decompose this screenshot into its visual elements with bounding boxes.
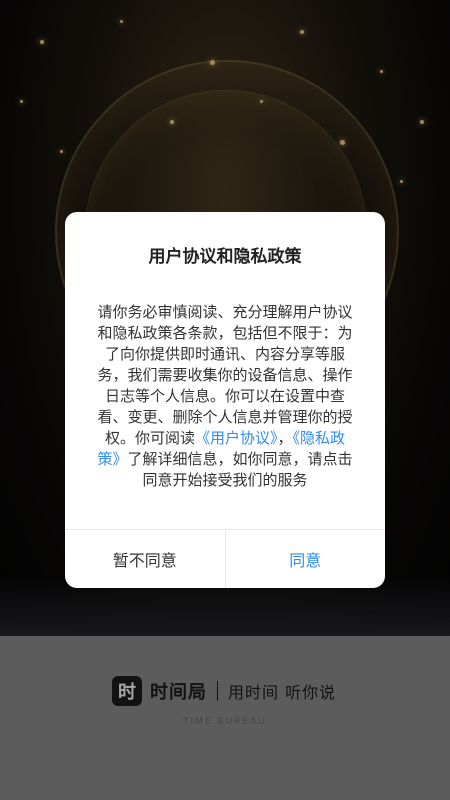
link-separator: ， <box>277 429 293 447</box>
decline-button[interactable]: 暂不同意 <box>65 530 226 588</box>
agree-button[interactable]: 同意 <box>226 530 386 588</box>
dialog-title: 用户协议和隐私政策 <box>148 247 302 267</box>
body-text-end: 了解详细信息，如你同意，请点击同意开始接受我们的服务 <box>127 450 353 489</box>
dialog-buttons: 暂不同意 同意 <box>65 529 385 588</box>
dialog-body: 请你务必审慎阅读、充分理解用户协议和隐私政策各条款，包括但不限于：为了向你提供即… <box>97 302 353 491</box>
body-text: 请你务必审慎阅读、充分理解用户协议和隐私政策各条款，包括但不限于：为了向你提供即… <box>97 303 353 447</box>
privacy-dialog: 用户协议和隐私政策 请你务必审慎阅读、充分理解用户协议和隐私政策各条款，包括但不… <box>65 212 385 588</box>
user-agreement-link[interactable]: 《用户协议》 <box>195 429 278 447</box>
